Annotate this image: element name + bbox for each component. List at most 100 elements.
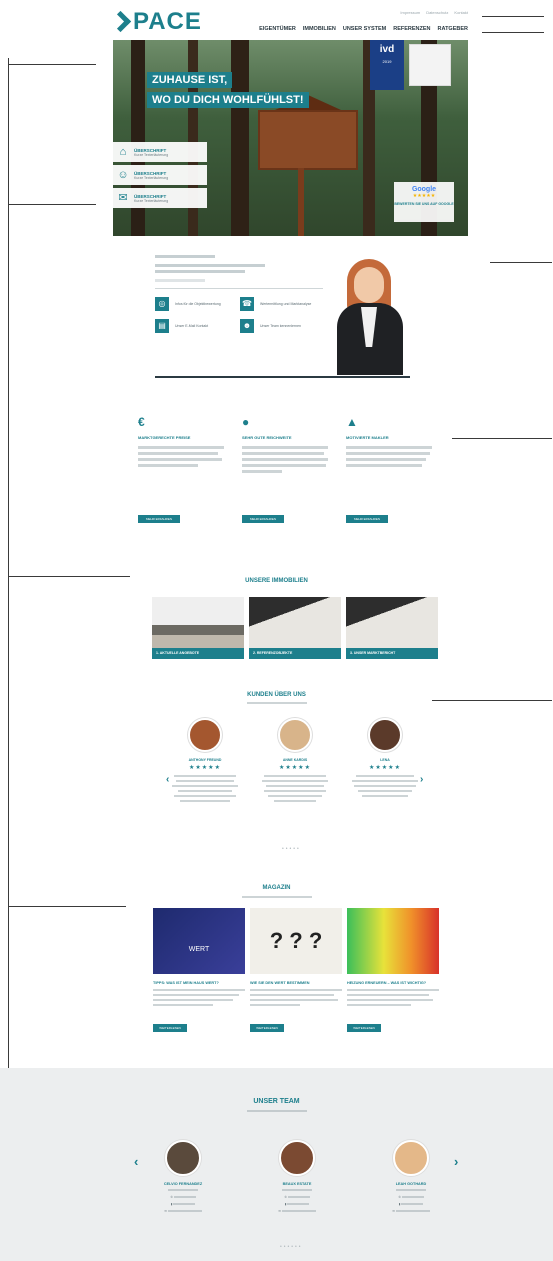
team-heading: UNSER TEAM <box>253 1098 300 1105</box>
contact-item[interactable]: ☎ Wertermittlung und Marktanalyse <box>240 297 325 311</box>
team-next-arrow-icon[interactable]: › <box>454 1154 458 1169</box>
hero-feature[interactable]: ✉ ÜBERSCHRIFT Kurze Texterläuterung <box>113 188 207 208</box>
contact-item-label: Infos für die Objektbewertung <box>175 301 221 306</box>
contact-item[interactable]: ▤ Unser E-Mail Kontakt <box>155 319 240 333</box>
team-member-card: CELVIO FERNANDEZ ✆ ▮ ✉ <box>143 1140 223 1213</box>
contact-item-label: Wertermittlung und Marktanalyse <box>260 301 312 306</box>
property-card[interactable]: 3. UNSER MARKTBERICHT <box>346 597 438 659</box>
team-member-card: BEAUX ESTATE ✆ ▮ ✉ <box>257 1140 337 1213</box>
annotation-line <box>482 32 544 33</box>
text-placeholder <box>155 270 245 273</box>
review-card: ANTHONY FREUND ★★★★★ <box>170 718 240 805</box>
house-icon: ⌂ <box>119 146 127 158</box>
thumbs-up-icon: ▲ <box>346 415 358 429</box>
article-title: HEIZUNG ERNEUERN – WAS IST WICHTIG? <box>347 981 427 985</box>
contact-section: ◎ Infos für die Objektbewertung ☎ Werter… <box>155 255 410 380</box>
treehouse-post <box>298 168 304 236</box>
contact-item[interactable]: ☻ Unser Team kennenlernen <box>240 319 325 333</box>
benefit-text <box>138 446 228 467</box>
document-icon: ▤ <box>155 319 169 333</box>
magazine-card[interactable]: ? ? ? WIE SIE DEN WERT BESTIMMEN WEITERL… <box>250 908 342 1032</box>
read-more-button[interactable]: WEITERLESEN <box>347 1024 381 1032</box>
benefit-button[interactable]: MEHR ERFAHREN <box>138 515 180 523</box>
treehouse <box>258 110 358 170</box>
contact-base-line <box>155 376 410 378</box>
nav-item-eigentuemer[interactable]: EIGENTÜMER <box>259 26 296 32</box>
agent-photo <box>333 255 407 377</box>
magazine-card[interactable]: WERT TIPPS: WAS IST MEIN HAUS WERT? WEIT… <box>153 908 245 1032</box>
text-placeholder <box>155 264 265 267</box>
avatar <box>393 1140 429 1176</box>
annotation-line <box>452 438 552 439</box>
tree-trunk <box>231 40 249 236</box>
benefit-column: ▲ MOTIVIERTE MAKLER MEHR ERFAHREN <box>346 415 436 523</box>
review-text <box>350 775 420 797</box>
property-card[interactable]: 1. AKTUELLE ANGEBOTE <box>152 597 244 659</box>
article-image: WERT <box>153 908 245 974</box>
rating-stars-icon: ★★★★★ <box>189 765 221 771</box>
team-prev-arrow-icon[interactable]: ‹ <box>134 1154 138 1169</box>
annotation-line <box>482 16 544 17</box>
topbar-link[interactable]: Datenschutz <box>426 10 448 15</box>
feature-title: ÜBERSCHRIFT <box>134 170 167 176</box>
nav-item-immobilien[interactable]: IMMOBILIEN <box>303 26 336 32</box>
reviews-prev-arrow-icon[interactable]: ‹ <box>166 774 169 785</box>
avatar <box>279 1140 315 1176</box>
nav-item-ratgeber[interactable]: RATGEBER <box>438 26 468 32</box>
benefit-text <box>242 446 332 473</box>
avatar <box>188 718 222 752</box>
avatar <box>165 1140 201 1176</box>
contact-item-label: Unser Team kennenlernen <box>260 323 301 328</box>
read-more-button[interactable]: WEITERLESEN <box>250 1024 284 1032</box>
people-icon: ☺ <box>117 169 129 181</box>
nav-item-referenzen[interactable]: REFERENZEN <box>393 26 430 32</box>
avatar <box>368 718 402 752</box>
reviews-next-arrow-icon[interactable]: › <box>420 774 423 785</box>
reviews-pagination-dots[interactable]: ••••• <box>282 846 301 852</box>
hero-feature[interactable]: ⌂ ÜBERSCHRIFT Kurze Texterläuterung <box>113 142 207 162</box>
hero-feature-list: ⌂ ÜBERSCHRIFT Kurze Texterläuterung ☺ ÜB… <box>113 142 207 211</box>
property-card[interactable]: 2. REFERENZOBJEKTE <box>249 597 341 659</box>
hero-feature[interactable]: ☺ ÜBERSCHRIFT Kurze Texterläuterung <box>113 165 207 185</box>
google-cta: BEWERTEN SIE UNS AUF GOOGLE <box>394 202 454 206</box>
contact-item[interactable]: ◎ Infos für die Objektbewertung <box>155 297 240 311</box>
review-card: ANNE KARDIS ★★★★★ <box>260 718 330 805</box>
team-member-name: LEAH GOTHARD <box>395 1182 427 1186</box>
properties-heading: UNSERE IMMOBILIEN <box>245 578 308 584</box>
logo[interactable]: PACE <box>113 8 202 36</box>
read-more-button[interactable]: WEITERLESEN <box>153 1024 187 1032</box>
google-label: Google <box>411 186 437 193</box>
benefit-title: MARKTGERECHTE PREISE <box>138 435 191 440</box>
benefit-column: € MARKTGERECHTE PREISE MEHR ERFAHREN <box>138 415 228 523</box>
topbar-link[interactable]: Kontakt <box>454 10 468 15</box>
avatar <box>278 718 312 752</box>
team-pagination-dots[interactable]: •••••• <box>280 1244 303 1250</box>
article-title: TIPPS: WAS IST MEIN HAUS WERT? <box>153 981 219 985</box>
team-member-role <box>143 1188 223 1192</box>
benefit-button[interactable]: MEHR ERFAHREN <box>346 515 388 523</box>
google-review-box[interactable]: Google ★★★★★ BEWERTEN SIE UNS AUF GOOGLE <box>394 182 454 222</box>
brochure-image <box>249 597 341 648</box>
feature-subtitle: Kurze Texterläuterung <box>134 175 169 180</box>
text-placeholder <box>155 279 205 282</box>
divider <box>155 288 323 289</box>
team-section: UNSER TEAM ‹ › CELVIO FERNANDEZ ✆ ▮ ✉ BE… <box>0 1068 553 1261</box>
ivd-badge-year: 2019 <box>382 59 392 64</box>
reviewer-name: LENA <box>380 758 390 762</box>
top-bar: Impressum Datenschutz Kontakt <box>400 10 468 15</box>
article-text <box>250 989 342 1006</box>
magazine-card[interactable]: HEIZUNG ERNEUERN – WAS IST WICHTIG? WEIT… <box>347 908 439 1032</box>
phone-icon: ✆ <box>371 1195 451 1199</box>
nav-item-unser-system[interactable]: UNSER SYSTEM <box>343 26 386 32</box>
review-text <box>170 775 240 802</box>
benefits-columns: € MARKTGERECHTE PREISE MEHR ERFAHREN ● S… <box>138 415 438 523</box>
feature-subtitle: Kurze Texterläuterung <box>134 198 169 203</box>
benefit-button[interactable]: MEHR ERFAHREN <box>242 515 284 523</box>
rating-stars-icon: ★★★★★ <box>369 765 401 771</box>
team-member-name: CELVIO FERNANDEZ <box>163 1182 203 1186</box>
feature-title: ÜBERSCHRIFT <box>134 147 167 153</box>
contact-item-label: Unser E-Mail Kontakt <box>175 323 209 328</box>
topbar-link[interactable]: Impressum <box>400 10 420 15</box>
certificate-badge <box>409 44 451 86</box>
article-title: WIE SIE DEN WERT BESTIMMEN <box>250 981 310 985</box>
